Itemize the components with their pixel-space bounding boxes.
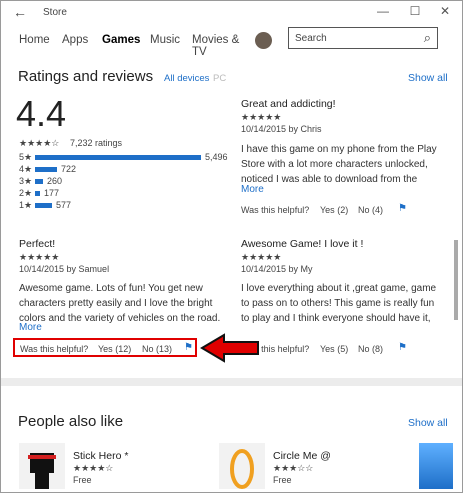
- helpful-yes-button[interactable]: Yes (2): [320, 205, 348, 215]
- distribution-bar: [35, 191, 40, 196]
- distribution-label: 2★: [19, 188, 33, 198]
- distribution-label: 5★: [19, 152, 33, 162]
- helpful-label: Was this helpful?: [241, 205, 310, 215]
- distribution-bar: [35, 155, 201, 160]
- review-title: Great and addicting!: [241, 98, 336, 110]
- review-meta: 10/14/2015 by My: [241, 264, 313, 274]
- review-meta: 10/14/2015 by Chris: [241, 124, 322, 134]
- helpful-yes-button[interactable]: Yes (5): [320, 344, 348, 354]
- tab-movies-tv[interactable]: Movies & TV: [192, 34, 249, 58]
- app-thumbnail[interactable]: [19, 443, 65, 489]
- section-divider: [1, 378, 462, 386]
- annotation-arrow-icon: [200, 333, 259, 363]
- report-flag-icon[interactable]: ⚑: [398, 342, 407, 353]
- tab-music[interactable]: Music: [150, 34, 180, 46]
- review-body: I have this game on my phone from the Pl…: [241, 144, 437, 185]
- tab-apps[interactable]: Apps: [62, 34, 88, 46]
- review-stars: ★★★★★: [241, 252, 282, 262]
- distribution-bar: [35, 179, 43, 184]
- ratings-show-all-link[interactable]: Show all: [408, 72, 448, 84]
- close-icon[interactable]: ✕: [435, 4, 455, 18]
- distribution-label: 4★: [19, 164, 33, 174]
- average-stars: ★★★★☆: [19, 138, 60, 148]
- tab-games[interactable]: Games: [102, 34, 140, 46]
- app-name[interactable]: Stick Hero *: [73, 450, 128, 462]
- distribution-label: 3★: [19, 176, 33, 186]
- report-flag-icon[interactable]: ⚑: [398, 203, 407, 214]
- people-show-all-link[interactable]: Show all: [408, 417, 448, 429]
- review-stars: ★★★★★: [19, 252, 60, 262]
- app-thumbnail[interactable]: [419, 443, 453, 489]
- helpful-no-button[interactable]: No (4): [358, 205, 383, 215]
- app-name[interactable]: Circle Me @: [273, 450, 331, 462]
- minimize-icon[interactable]: —: [373, 4, 393, 18]
- tab-home[interactable]: Home: [19, 34, 50, 46]
- window-title: Store: [43, 7, 67, 18]
- scrollbar-thumb[interactable]: [454, 240, 458, 320]
- search-box[interactable]: Search ⌕: [288, 27, 438, 49]
- back-arrow-icon[interactable]: ←: [13, 4, 27, 20]
- distribution-count: 177: [44, 188, 60, 198]
- distribution-bar: [35, 203, 52, 208]
- distribution-count: 577: [56, 200, 72, 210]
- title-bar: ← Store — ☐ ✕: [1, 1, 462, 25]
- stick-hero-icon: [28, 453, 56, 489]
- distribution-count: 260: [47, 176, 63, 186]
- helpful-no-button[interactable]: No (8): [358, 344, 383, 354]
- app-price: Free: [273, 475, 292, 485]
- avatar[interactable]: [255, 32, 272, 49]
- review-title: Awesome Game! I love it !: [241, 238, 364, 250]
- review-body: I love everything about it ,great game, …: [241, 283, 437, 324]
- review-body: Awesome game. Lots of fun! You get new c…: [19, 283, 221, 324]
- circle-me-icon: [230, 449, 254, 489]
- app-price: Free: [73, 475, 92, 485]
- filter-all-devices[interactable]: All devices: [164, 73, 209, 84]
- distribution-bar: [35, 167, 57, 172]
- ratings-count: 7,232 ratings: [70, 138, 123, 148]
- app-stars: ★★★★☆: [73, 463, 114, 473]
- distribution-count: 5,496: [205, 152, 228, 162]
- app-stars: ★★★☆☆: [273, 463, 314, 473]
- distribution-label: 1★: [19, 200, 33, 210]
- highlight-box: [13, 338, 197, 357]
- review-title: Perfect!: [19, 238, 56, 250]
- app-thumbnail[interactable]: [219, 443, 265, 489]
- review-more-link[interactable]: More: [19, 322, 42, 333]
- filter-pc[interactable]: PC: [213, 73, 226, 84]
- search-icon[interactable]: ⌕: [424, 30, 431, 46]
- scrollbar[interactable]: [453, 60, 459, 490]
- review-more-link[interactable]: More: [241, 184, 268, 195]
- ratings-heading: Ratings and reviews: [18, 68, 154, 85]
- distribution-count: 722: [61, 164, 77, 174]
- maximize-icon[interactable]: ☐: [405, 4, 425, 18]
- search-input[interactable]: Search: [295, 33, 327, 44]
- review-stars: ★★★★★: [241, 112, 282, 122]
- average-rating: 4.4: [16, 93, 67, 134]
- people-also-like-heading: People also like: [18, 413, 124, 430]
- review-meta: 10/14/2015 by Samuel: [19, 264, 110, 274]
